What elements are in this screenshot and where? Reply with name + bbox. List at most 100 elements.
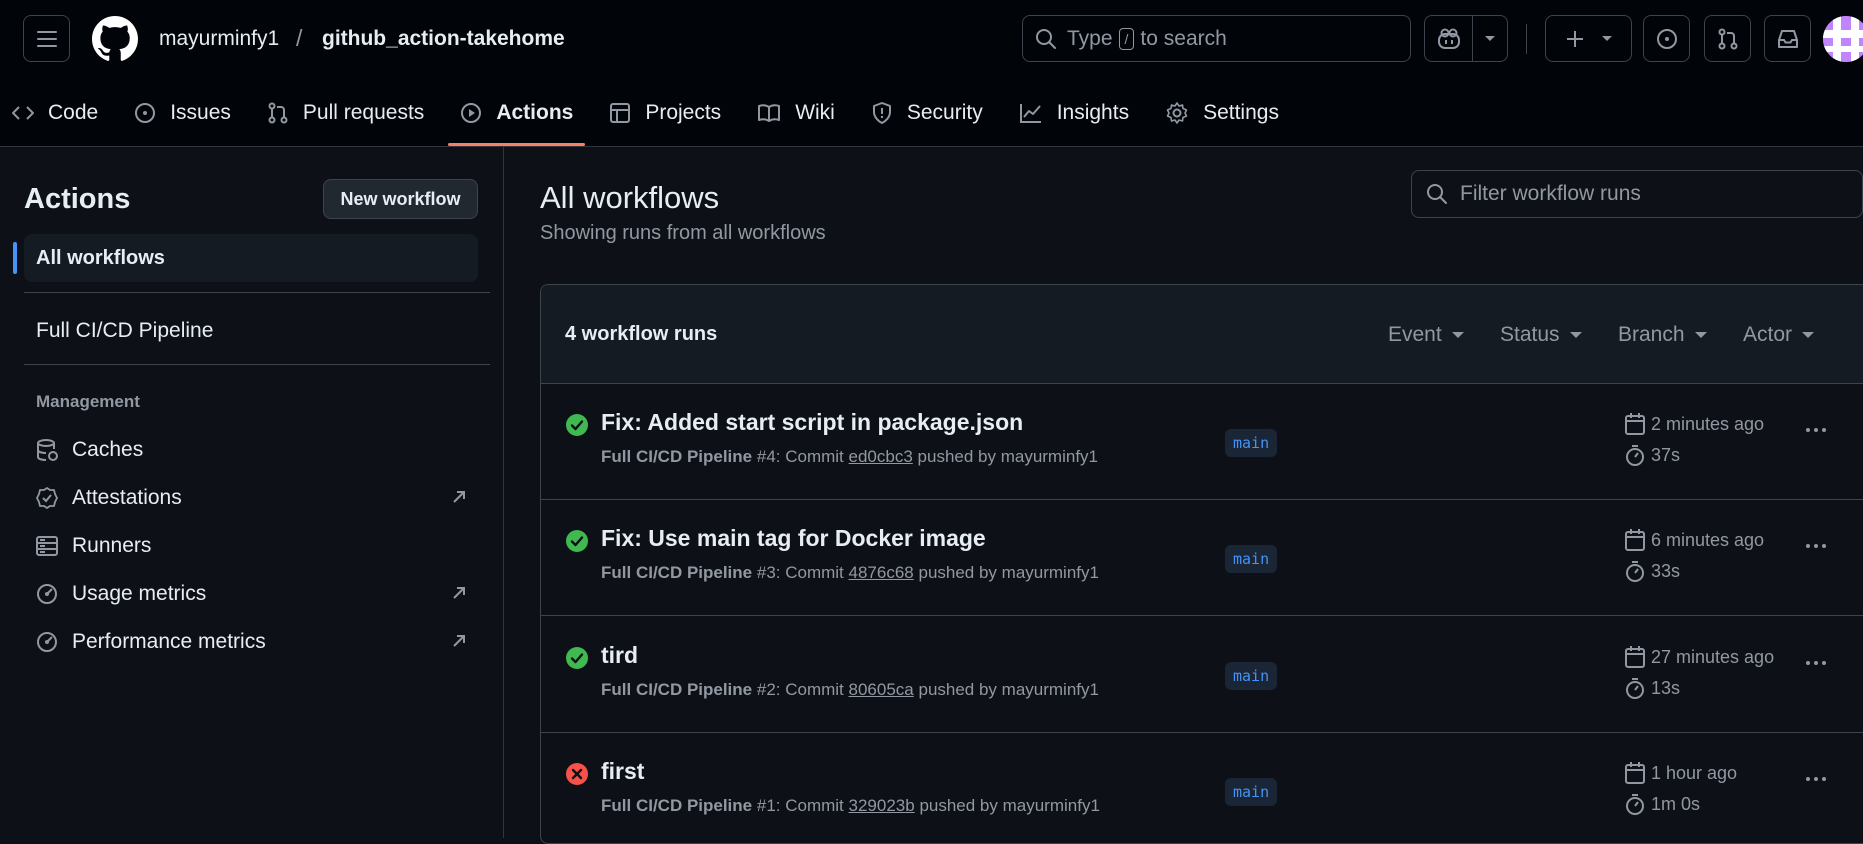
header-divider bbox=[1526, 24, 1527, 54]
search-input[interactable]: Type / to search bbox=[1022, 15, 1411, 62]
branch-label[interactable]: main bbox=[1225, 662, 1278, 690]
search-placeholder-end: to search bbox=[1140, 26, 1227, 50]
new-workflow-button[interactable]: New workflow bbox=[323, 179, 478, 219]
branch-label[interactable]: main bbox=[1225, 778, 1278, 806]
sidebar-divider bbox=[24, 292, 490, 293]
dropdown-label: Actor bbox=[1743, 323, 1793, 346]
table-icon bbox=[610, 103, 631, 123]
runs-list-header: 4 workflow runs Event Status Branch Acto… bbox=[541, 285, 1863, 384]
commit-sha-link[interactable]: 80605ca bbox=[849, 680, 914, 699]
tab-projects[interactable]: Projects bbox=[597, 88, 733, 138]
sidebar-item-workflow[interactable]: Full CI/CD Pipeline bbox=[36, 319, 213, 343]
repo-owner-link[interactable]: mayurminfy1 bbox=[159, 27, 279, 51]
plus-icon bbox=[1566, 30, 1583, 47]
tab-issues[interactable]: Issues bbox=[122, 88, 243, 138]
tab-pull-requests[interactable]: Pull requests bbox=[255, 88, 436, 138]
stopwatch-icon bbox=[1626, 794, 1644, 815]
actor-filter-dropdown[interactable]: Actor bbox=[1743, 323, 1815, 347]
search-icon bbox=[1427, 184, 1447, 204]
calendar-icon bbox=[1625, 646, 1645, 668]
meter-icon bbox=[37, 632, 57, 652]
commit-sha-link[interactable]: ed0cbc3 bbox=[849, 447, 913, 466]
tab-wiki[interactable]: Wiki bbox=[745, 88, 847, 138]
sidebar-item-usage-metrics[interactable]: Usage metrics bbox=[36, 574, 466, 614]
tab-insights[interactable]: Insights bbox=[1007, 88, 1141, 138]
tab-label: Code bbox=[48, 101, 99, 124]
sidebar-item-label: Attestations bbox=[72, 486, 182, 509]
caret-down-icon bbox=[1569, 332, 1582, 338]
run-title-link[interactable]: first bbox=[601, 758, 644, 785]
status-filter-dropdown[interactable]: Status bbox=[1500, 323, 1582, 347]
sidebar-item-label: All workflows bbox=[36, 247, 165, 269]
sidebar-item-all-workflows[interactable]: All workflows bbox=[13, 234, 478, 282]
sidebar-item-runners[interactable]: Runners bbox=[36, 526, 466, 566]
tab-label: Wiki bbox=[795, 101, 835, 124]
runs-count: 4 workflow runs bbox=[565, 323, 718, 345]
inbox-button[interactable] bbox=[1764, 15, 1811, 62]
run-title-link[interactable]: Fix: Use main tag for Docker image bbox=[601, 525, 986, 552]
sidebar-item-performance-metrics[interactable]: Performance metrics bbox=[36, 622, 466, 662]
tab-settings[interactable]: Settings bbox=[1153, 88, 1291, 138]
tab-code[interactable]: Code bbox=[0, 88, 110, 138]
branch-label[interactable]: main bbox=[1225, 545, 1278, 573]
pushed-by: pushed by mayurminfy1 bbox=[918, 680, 1099, 699]
kebab-menu-icon[interactable] bbox=[1806, 544, 1826, 548]
tab-label: Issues bbox=[170, 101, 231, 124]
workflow-name: Full CI/CD Pipeline bbox=[601, 796, 753, 815]
tab-actions[interactable]: Actions bbox=[448, 88, 586, 146]
sidebar-item-attestations[interactable]: Attestations bbox=[36, 478, 466, 518]
commit-sha-link[interactable]: 329023b bbox=[849, 796, 915, 815]
workflow-run-row[interactable]: Fix: Use main tag for Docker image Full … bbox=[541, 499, 1863, 616]
external-link-icon bbox=[453, 587, 465, 599]
check-circle-icon bbox=[566, 647, 588, 669]
play-icon bbox=[461, 103, 482, 123]
event-filter-dropdown[interactable]: Event bbox=[1388, 323, 1464, 347]
github-logo-icon[interactable] bbox=[92, 16, 138, 62]
run-meta: Full CI/CD Pipeline #2: Commit 80605ca p… bbox=[601, 680, 1099, 700]
check-circle-icon bbox=[566, 530, 588, 552]
gear-icon bbox=[1166, 102, 1188, 124]
dropdown-label: Event bbox=[1388, 323, 1442, 346]
copilot-button[interactable] bbox=[1425, 28, 1472, 50]
filter-runs-input[interactable]: Filter workflow runs bbox=[1411, 170, 1863, 218]
branch-filter-dropdown[interactable]: Branch bbox=[1618, 323, 1707, 347]
time-ago: 1 hour ago bbox=[1651, 762, 1738, 783]
run-time: 2 minutes ago bbox=[1625, 413, 1764, 435]
database-icon bbox=[37, 439, 58, 461]
search-placeholder-start: Type bbox=[1067, 26, 1113, 50]
repo-name-link[interactable]: github_action-takehome bbox=[322, 27, 565, 51]
branch-label[interactable]: main bbox=[1225, 429, 1278, 457]
page-title: All workflows bbox=[540, 180, 720, 215]
menu-button[interactable] bbox=[23, 15, 70, 62]
hamburger-icon bbox=[36, 30, 57, 47]
copilot-button-group[interactable] bbox=[1424, 15, 1508, 62]
active-indicator bbox=[13, 242, 17, 274]
commit-sha-link[interactable]: 4876c68 bbox=[849, 563, 914, 582]
run-title-link[interactable]: tird bbox=[601, 642, 638, 669]
repo-nav-tabs: Code Issues Pull requests Actions Projec… bbox=[0, 88, 1303, 146]
tab-label: Actions bbox=[496, 101, 574, 124]
run-number: #2: Commit bbox=[756, 680, 844, 699]
sidebar-item-caches[interactable]: Caches bbox=[36, 430, 466, 470]
pull-requests-button[interactable] bbox=[1704, 15, 1751, 62]
workflow-run-row[interactable]: first Full CI/CD Pipeline #1: Commit 329… bbox=[541, 732, 1863, 843]
create-new-button[interactable] bbox=[1545, 15, 1632, 62]
kebab-menu-icon[interactable] bbox=[1806, 777, 1826, 781]
kebab-menu-icon[interactable] bbox=[1806, 661, 1826, 665]
top-header: mayurminfy1 / github_action-takehome Typ… bbox=[0, 0, 1863, 147]
workflow-run-row[interactable]: Fix: Added start script in package.json … bbox=[541, 383, 1863, 500]
copilot-dropdown-button[interactable] bbox=[1473, 35, 1507, 43]
tab-security[interactable]: Security bbox=[859, 88, 995, 138]
tab-label: Pull requests bbox=[302, 101, 425, 124]
tab-label: Projects bbox=[645, 101, 722, 124]
meter-icon bbox=[37, 584, 57, 604]
chevron-down-icon bbox=[1601, 35, 1612, 41]
user-avatar[interactable] bbox=[1823, 16, 1863, 62]
workflow-run-row[interactable]: tird Full CI/CD Pipeline #2: Commit 8060… bbox=[541, 616, 1863, 733]
kebab-menu-icon[interactable] bbox=[1806, 428, 1826, 432]
issues-button[interactable] bbox=[1643, 15, 1690, 62]
book-icon bbox=[758, 104, 781, 122]
verified-icon bbox=[36, 487, 58, 509]
run-title-link[interactable]: Fix: Added start script in package.json bbox=[601, 409, 1023, 436]
shield-icon bbox=[872, 102, 891, 124]
